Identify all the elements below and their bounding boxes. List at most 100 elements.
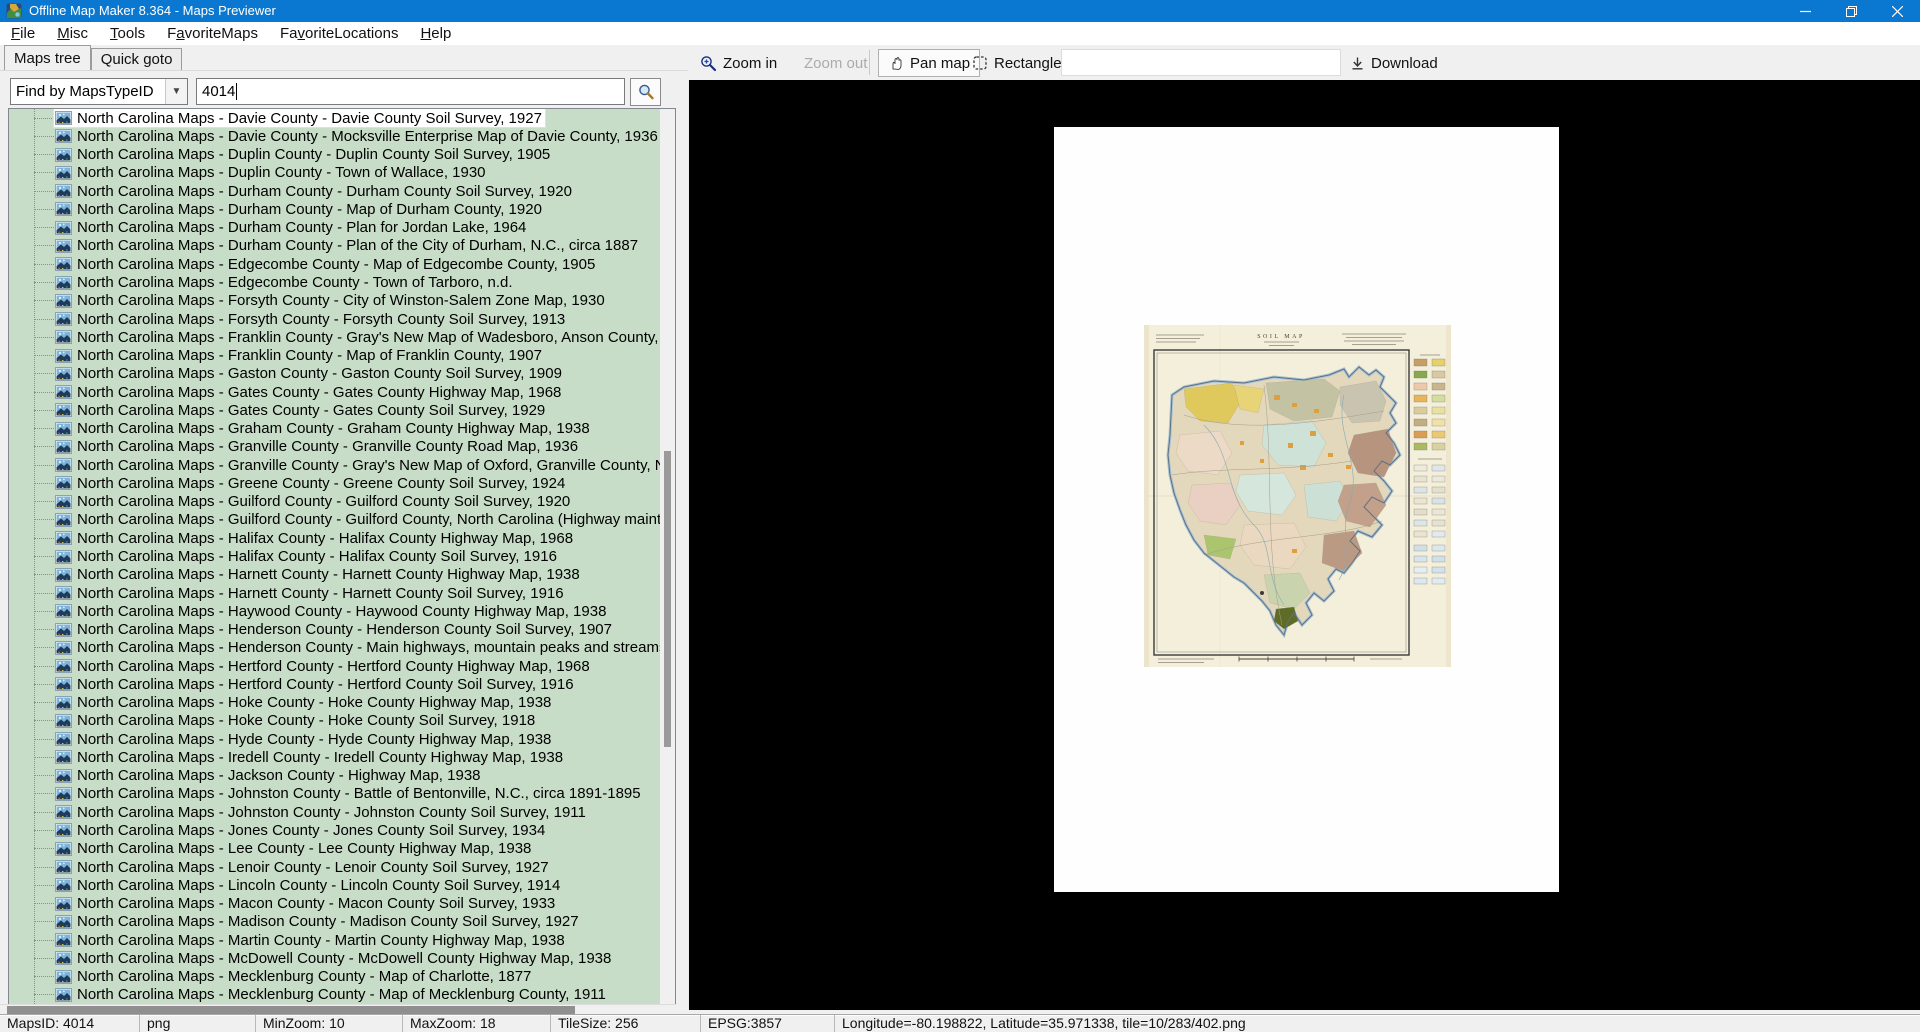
tree-item-label: North Carolina Maps - Hertford County - …	[77, 676, 574, 693]
tree-item[interactable]: North Carolina Maps - Edgecombe County -…	[9, 273, 661, 291]
tree-item[interactable]: North Carolina Maps - Davie County - Moc…	[9, 127, 661, 145]
chevron-down-icon[interactable]: ▼	[165, 79, 187, 104]
menu-file[interactable]: File	[0, 22, 46, 45]
tree-item[interactable]: North Carolina Maps - Johnston County - …	[9, 785, 661, 803]
tree-item[interactable]: North Carolina Maps - Jackson County - H…	[9, 767, 661, 785]
image-thumbnail-icon	[55, 970, 72, 984]
window-title: Offline Map Maker 8.364 - Maps Previewer	[29, 0, 276, 22]
tree-item[interactable]: North Carolina Maps - Henderson County -…	[9, 639, 661, 657]
pan-map-button[interactable]: Pan map	[878, 49, 980, 77]
tree-vertical-scrollbar[interactable]	[660, 109, 675, 1004]
search-input[interactable]: 4014	[196, 78, 625, 105]
tree-item[interactable]: North Carolina Maps - Franklin County - …	[9, 328, 661, 346]
menu-tools[interactable]: Tools	[99, 22, 156, 45]
tree-item-label: North Carolina Maps - Duplin County - Du…	[77, 146, 550, 163]
maps-tree-list[interactable]: North Carolina Maps - Davie County - Dav…	[9, 109, 661, 1004]
tree-item[interactable]: North Carolina Maps - Duplin County - Du…	[9, 146, 661, 164]
tree-item[interactable]: North Carolina Maps - Madison County - M…	[9, 913, 661, 931]
tree-item[interactable]: North Carolina Maps - Harnett County - H…	[9, 566, 661, 584]
tree-item[interactable]: North Carolina Maps - Macon County - Mac…	[9, 894, 661, 912]
tree-item[interactable]: North Carolina Maps - McDowell County - …	[9, 949, 661, 967]
tree-item[interactable]: North Carolina Maps - Granville County -…	[9, 456, 661, 474]
tree-item[interactable]: North Carolina Maps - Granville County -…	[9, 438, 661, 456]
tree-item[interactable]: North Carolina Maps - Iredell County - I…	[9, 748, 661, 766]
zoom-in-button[interactable]: Zoom in	[700, 49, 777, 77]
image-thumbnail-icon	[55, 202, 72, 216]
close-button[interactable]	[1874, 0, 1920, 22]
map-canvas[interactable]: SOIL MAP	[688, 80, 1920, 1010]
image-thumbnail-icon	[55, 312, 72, 326]
toolbar-input[interactable]	[1061, 49, 1341, 76]
tree-item[interactable]: North Carolina Maps - Durham County - Pl…	[9, 219, 661, 237]
tree-horizontal-scrollbar[interactable]	[0, 1004, 676, 1014]
tree-item[interactable]: North Carolina Maps - Haywood County - H…	[9, 602, 661, 620]
tree-item[interactable]: North Carolina Maps - Mecklenburg County…	[9, 986, 661, 1004]
tree-item[interactable]: North Carolina Maps - Hoke County - Hoke…	[9, 712, 661, 730]
tree-item[interactable]: North Carolina Maps - Gates County - Gat…	[9, 401, 661, 419]
tree-branch-line	[34, 264, 54, 265]
tree-item[interactable]: North Carolina Maps - Davie County - Dav…	[9, 109, 661, 127]
tree-branch-line	[34, 556, 54, 557]
tree-item[interactable]: North Carolina Maps - Durham County - Du…	[9, 182, 661, 200]
tree-item[interactable]: North Carolina Maps - Hertford County - …	[9, 657, 661, 675]
tree-item[interactable]: North Carolina Maps - Lincoln County - L…	[9, 876, 661, 894]
tree-item[interactable]: North Carolina Maps - Gaston County - Ga…	[9, 365, 661, 383]
tree-item[interactable]: North Carolina Maps - Jones County - Jon…	[9, 821, 661, 839]
image-thumbnail-icon	[55, 184, 72, 198]
tree-item[interactable]: North Carolina Maps - Durham County - Ma…	[9, 200, 661, 218]
tree-item[interactable]: North Carolina Maps - Guilford County - …	[9, 511, 661, 529]
tree-item[interactable]: North Carolina Maps - Graham County - Gr…	[9, 420, 661, 438]
rectangle-button[interactable]: Rectangle	[972, 49, 1062, 77]
image-thumbnail-icon	[55, 495, 72, 509]
status-segment: MapsID: 4014	[0, 1015, 140, 1032]
tree-item[interactable]: North Carolina Maps - Greene County - Gr…	[9, 474, 661, 492]
tree-item-label: North Carolina Maps - Jones County - Jon…	[77, 822, 545, 839]
tree-item[interactable]: North Carolina Maps - Lee County - Lee C…	[9, 840, 661, 858]
tree-item[interactable]: North Carolina Maps - Duplin County - To…	[9, 164, 661, 182]
tree-branch-line	[34, 337, 54, 338]
tree-item[interactable]: North Carolina Maps - Harnett County - H…	[9, 584, 661, 602]
tree-item[interactable]: North Carolina Maps - Gates County - Gat…	[9, 383, 661, 401]
tab-quick-goto[interactable]: Quick goto	[91, 48, 183, 70]
tree-vertical-scrollbar-thumb[interactable]	[664, 451, 671, 747]
tree-item[interactable]: North Carolina Maps - Forsyth County - F…	[9, 310, 661, 328]
image-thumbnail-icon	[55, 513, 72, 527]
tree-horizontal-scrollbar-thumb[interactable]	[7, 1006, 575, 1014]
tree-item[interactable]: North Carolina Maps - Lenoir County - Le…	[9, 858, 661, 876]
zoom-out-button[interactable]: Zoom out	[804, 49, 867, 77]
tree-item[interactable]: North Carolina Maps - Durham County - Pl…	[9, 237, 661, 255]
tree-item[interactable]: North Carolina Maps - Henderson County -…	[9, 620, 661, 638]
tree-item-label: North Carolina Maps - Davie County - Dav…	[77, 110, 542, 127]
tree-item[interactable]: North Carolina Maps - Edgecombe County -…	[9, 255, 661, 273]
tree-item[interactable]: North Carolina Maps - Guilford County - …	[9, 493, 661, 511]
tree-branch-line	[34, 483, 54, 484]
tree-item[interactable]: North Carolina Maps - Hertford County - …	[9, 675, 661, 693]
tree-branch-line	[34, 209, 54, 210]
tree-item[interactable]: North Carolina Maps - Franklin County - …	[9, 346, 661, 364]
restore-button[interactable]	[1828, 0, 1874, 22]
find-mode-select[interactable]: Find by MapsTypeID ▼	[10, 78, 188, 105]
tree-item[interactable]: North Carolina Maps - Martin County - Ma…	[9, 931, 661, 949]
tree-item[interactable]: North Carolina Maps - Halifax County - H…	[9, 529, 661, 547]
menu-favoritelocations[interactable]: FavoriteLocations	[269, 22, 409, 45]
image-thumbnail-icon	[55, 732, 72, 746]
menu-help[interactable]: Help	[409, 22, 462, 45]
tree-item[interactable]: North Carolina Maps - Halifax County - H…	[9, 547, 661, 565]
tree-item-label: North Carolina Maps - Halifax County - H…	[77, 530, 573, 547]
tree-item[interactable]: North Carolina Maps - Forsyth County - C…	[9, 292, 661, 310]
tree-item-label: North Carolina Maps - Durham County - Ma…	[77, 201, 542, 218]
tree-item[interactable]: North Carolina Maps - Johnston County - …	[9, 803, 661, 821]
tree-branch-line	[34, 666, 54, 667]
menu-favoritemaps[interactable]: FavoriteMaps	[156, 22, 269, 45]
tab-maps-tree[interactable]: Maps tree	[4, 45, 91, 70]
minimize-button[interactable]	[1782, 0, 1828, 22]
menu-misc[interactable]: Misc	[46, 22, 99, 45]
tree-branch-line	[34, 812, 54, 813]
image-thumbnail-icon	[55, 988, 72, 1002]
status-bar: MapsID: 4014pngMinZoom: 10MaxZoom: 18Til…	[0, 1014, 1920, 1032]
tree-item[interactable]: North Carolina Maps - Hoke County - Hoke…	[9, 694, 661, 712]
download-button[interactable]: Download	[1350, 49, 1438, 77]
tree-item[interactable]: North Carolina Maps - Mecklenburg County…	[9, 967, 661, 985]
tree-item[interactable]: North Carolina Maps - Hyde County - Hyde…	[9, 730, 661, 748]
search-button[interactable]	[630, 78, 661, 106]
